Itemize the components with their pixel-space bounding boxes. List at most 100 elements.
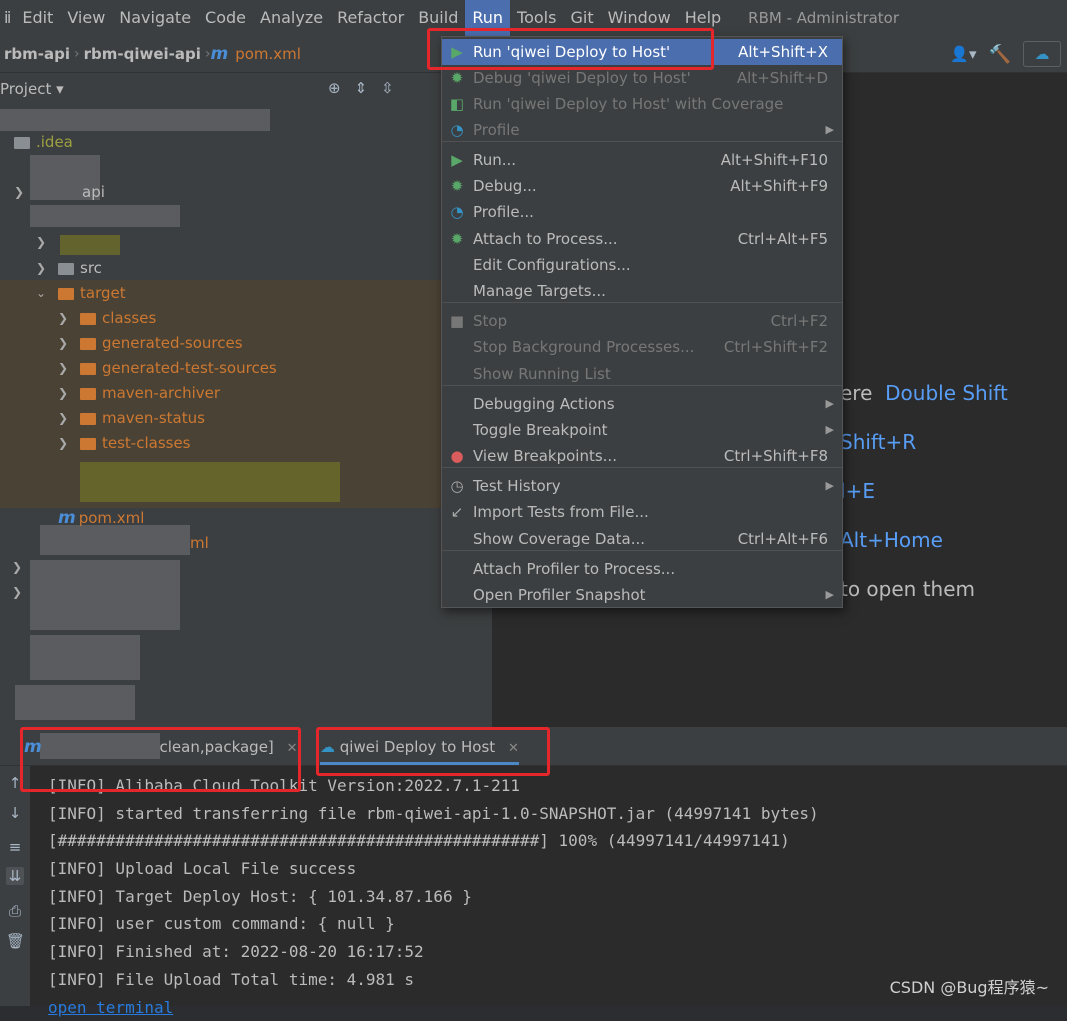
cloud-toolkit-button[interactable]: ☁ <box>1023 41 1061 67</box>
hint-recent-files: l+E <box>840 479 875 503</box>
folder-icon <box>80 438 96 450</box>
expand-all-icon[interactable]: ⇕ <box>355 79 368 97</box>
run-menu-item[interactable]: ◔Profile▶ <box>442 117 842 143</box>
breadcrumb-module[interactable]: rbm-qiwei-api <box>80 45 205 63</box>
tree-item-src[interactable]: ❯ src <box>36 256 102 281</box>
run-menu-item-label: Toggle Breakpoint <box>473 417 608 443</box>
tree-item-collapsed[interactable]: ❯ <box>12 580 34 605</box>
attach-icon: ✹ <box>448 226 466 252</box>
project-panel-title[interactable]: Project ▾ <box>0 80 64 98</box>
tree-item-collapsed[interactable]: ❯ <box>36 230 58 255</box>
build-hammer-icon[interactable]: 🔨 <box>989 44 1011 65</box>
open-terminal-link[interactable]: open terminal <box>48 994 819 1021</box>
chevron-right-icon[interactable]: ❯ <box>58 381 72 406</box>
run-menu-item[interactable]: ●View Breakpoints...Ctrl+Shift+F8 <box>442 443 842 469</box>
run-menu-item[interactable]: ◔Profile... <box>442 199 842 225</box>
run-menu-item[interactable]: ↙Import Tests from File... <box>442 499 842 525</box>
chevron-right-icon[interactable]: ❯ <box>58 431 72 456</box>
menu-navigate[interactable]: Navigate <box>112 0 198 36</box>
tree-item-maven-status[interactable]: ❯ maven-status <box>58 406 205 431</box>
tree-item-label: .idea <box>36 130 73 155</box>
breadcrumb-file[interactable]: pom.xml <box>231 45 305 63</box>
run-menu-item-shortcut: Ctrl+Shift+F2 <box>724 334 828 360</box>
run-menu-item-label: Test History <box>473 473 561 499</box>
arrow-down-icon[interactable]: ↓ <box>6 804 24 822</box>
menu-refactor[interactable]: Refactor <box>330 0 411 36</box>
tree-item-collapsed[interactable]: ❯ <box>12 555 34 580</box>
menu-separator <box>442 467 842 468</box>
redacted-area <box>80 462 340 502</box>
locate-icon[interactable]: ⊕ <box>328 79 341 97</box>
run-menu-item[interactable]: ◷Test History▶ <box>442 473 842 499</box>
run-menu-item[interactable]: Show Coverage Data...Ctrl+Alt+F6 <box>442 526 842 552</box>
folder-icon <box>58 288 74 300</box>
run-menu-item-label: Profile <box>473 117 520 143</box>
chevron-right-icon[interactable]: ❯ <box>12 580 26 605</box>
run-menu-item[interactable]: ✹Debug...Alt+Shift+F9 <box>442 173 842 199</box>
project-panel-tools: ⊕ ⇕ ⇳ <box>328 79 394 97</box>
run-menu-item[interactable]: ▶Run...Alt+Shift+F10 <box>442 147 842 173</box>
menu-analyze[interactable]: Analyze <box>253 0 330 36</box>
redacted-area <box>30 205 180 227</box>
chevron-right-icon[interactable]: ❯ <box>58 406 72 431</box>
run-menu-item-shortcut: Ctrl+F2 <box>771 308 828 334</box>
run-menu-item[interactable]: Debugging Actions▶ <box>442 391 842 417</box>
run-menu-item[interactable]: Stop Background Processes...Ctrl+Shift+F… <box>442 334 842 360</box>
breakpoints-icon: ● <box>448 443 466 469</box>
menu-edit[interactable]: Edit <box>15 0 60 36</box>
console-line: [INFO] started transferring file rbm-qiw… <box>48 800 819 828</box>
run-menu-item[interactable]: Edit Configurations... <box>442 252 842 278</box>
tree-item-generated-test-sources[interactable]: ❯ generated-test-sources <box>58 356 277 381</box>
tree-item-pom-xml[interactable]: m pom.xml <box>58 506 144 531</box>
chevron-right-icon[interactable]: ❯ <box>36 256 50 281</box>
scroll-to-end-icon[interactable]: ⇊ <box>6 867 24 885</box>
chevron-right-icon[interactable]: ❯ <box>14 180 28 205</box>
tree-item-label: generated-sources <box>102 331 243 356</box>
hint-drop-files: to open them <box>840 577 975 601</box>
run-menu-item-shortcut: Alt+Shift+F10 <box>721 147 828 173</box>
folder-icon <box>14 137 30 149</box>
tree-item-target[interactable]: ⌄ target <box>36 281 126 306</box>
run-menu-item[interactable]: Open Profiler Snapshot▶ <box>442 582 842 608</box>
highlight-box-run-item <box>427 28 714 70</box>
chevron-right-icon[interactable]: ❯ <box>58 331 72 356</box>
trash-icon[interactable]: 🗑 <box>6 932 24 950</box>
window-menu-icon[interactable]: ⅱ <box>0 0 15 36</box>
tree-item-generated-sources[interactable]: ❯ generated-sources <box>58 331 243 356</box>
tree-item-label: pom.xml <box>79 506 145 531</box>
print-icon[interactable]: ⎙ <box>6 902 24 920</box>
run-menu-item[interactable]: Attach Profiler to Process... <box>442 556 842 582</box>
soft-wrap-icon[interactable]: ≡ <box>6 838 24 856</box>
chevron-right-icon[interactable]: ❯ <box>36 230 50 255</box>
menu-view[interactable]: View <box>60 0 112 36</box>
chevron-right-icon[interactable]: ❯ <box>58 306 72 331</box>
breadcrumb-project[interactable]: rbm-api <box>0 45 74 63</box>
tree-item-xml[interactable]: ml <box>190 531 209 556</box>
user-icon[interactable]: 👤▾ <box>950 45 976 63</box>
chevron-right-icon[interactable]: ❯ <box>58 356 72 381</box>
tree-item-idea[interactable]: .idea <box>14 130 73 155</box>
tree-item-maven-archiver[interactable]: ❯ maven-archiver <box>58 381 220 406</box>
submenu-arrow-icon: ▶ <box>826 417 834 443</box>
tree-item-test-classes[interactable]: ❯ test-classes <box>58 431 191 456</box>
tree-item-label: test-classes <box>102 431 191 456</box>
run-menu-item-label: Show Running List <box>473 361 611 387</box>
submenu-arrow-icon: ▶ <box>826 473 834 499</box>
tree-item-label: maven-status <box>102 406 205 431</box>
debug-icon: ✹ <box>448 173 466 199</box>
run-menu-item[interactable]: ✹Attach to Process...Ctrl+Alt+F5 <box>442 226 842 252</box>
run-menu-item[interactable]: Show Running List <box>442 361 842 387</box>
tree-item-label: target <box>80 281 126 306</box>
redacted-area <box>30 635 140 680</box>
run-menu-item[interactable]: ■StopCtrl+F2 <box>442 308 842 334</box>
tree-item-label: generated-test-sources <box>102 356 277 381</box>
run-menu-item[interactable]: ◧Run 'qiwei Deploy to Host' with Coverag… <box>442 91 842 117</box>
run-menu-item[interactable]: Manage Targets... <box>442 278 842 304</box>
tree-item-classes[interactable]: ❯ classes <box>58 306 156 331</box>
chevron-down-icon[interactable]: ⌄ <box>36 281 50 306</box>
tree-item-module[interactable]: ❯ api <box>14 180 105 205</box>
collapse-all-icon[interactable]: ⇳ <box>381 79 394 97</box>
chevron-right-icon[interactable]: ❯ <box>12 555 26 580</box>
menu-code[interactable]: Code <box>198 0 253 36</box>
run-menu-item[interactable]: Toggle Breakpoint ▶ <box>442 417 842 443</box>
